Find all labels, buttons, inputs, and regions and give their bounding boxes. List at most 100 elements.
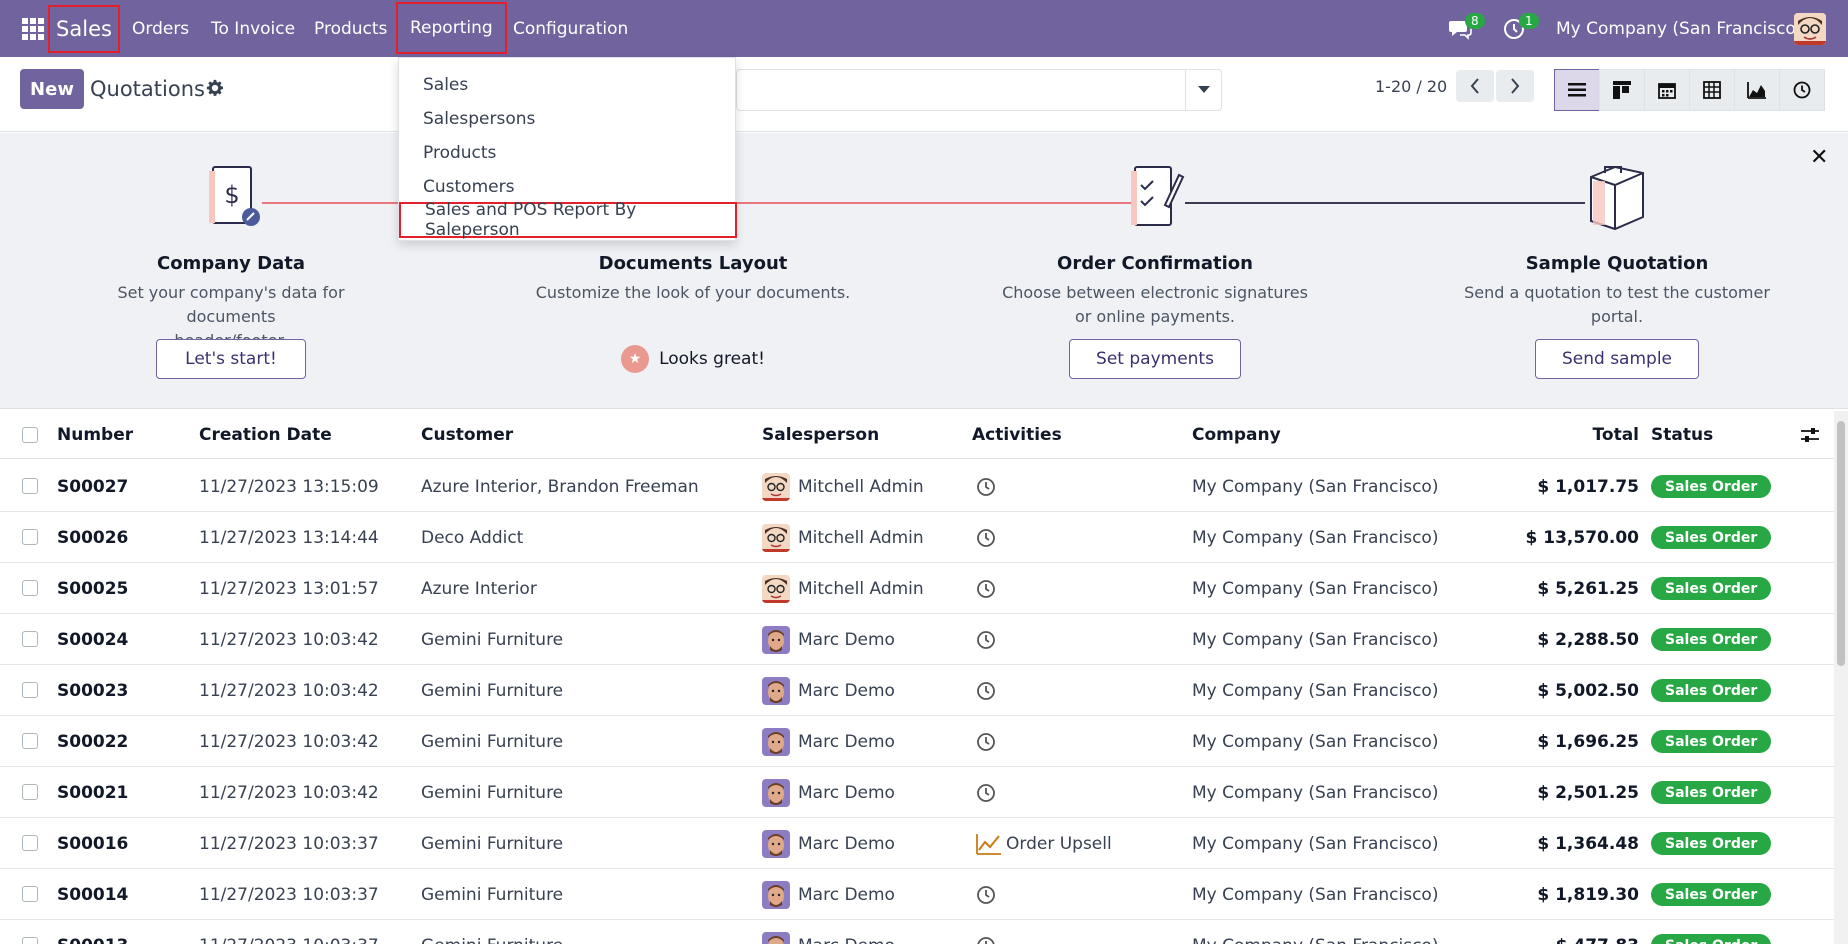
list-view-button[interactable] (1554, 69, 1600, 111)
table-row[interactable]: S00016 11/27/2023 10:03:37 Gemini Furnitur… (0, 818, 1834, 869)
row-checkbox[interactable] (22, 733, 38, 749)
row-checkbox[interactable] (22, 529, 38, 545)
activity-cell[interactable] (976, 869, 996, 920)
pivot-view-button[interactable] (1689, 69, 1735, 111)
row-checkbox[interactable] (22, 478, 38, 494)
vertical-scrollbar[interactable] (1834, 411, 1848, 944)
calendar-view-button[interactable] (1644, 69, 1690, 111)
scrollbar-thumb[interactable] (1837, 421, 1845, 666)
user-avatar[interactable] (1794, 13, 1826, 45)
activity-cell[interactable] (976, 461, 996, 512)
step-description: Choose between electronic signatures or o… (1002, 283, 1308, 326)
menu-reporting[interactable]: Reporting (396, 2, 507, 54)
reporting-dropdown: Sales Salespersons Products Customers Sa… (398, 57, 737, 241)
activities-button[interactable] (1503, 0, 1525, 57)
send-sample-button[interactable]: Send sample (1535, 339, 1699, 379)
reporting-item-salespersons[interactable]: Salespersons (423, 109, 535, 129)
messages-button[interactable] (1448, 0, 1472, 57)
salesperson: Marc Demo (762, 767, 895, 818)
pager-previous-button[interactable] (1456, 70, 1494, 102)
activity-clock-icon[interactable] (976, 885, 996, 905)
menu-configuration[interactable]: Configuration (513, 0, 628, 57)
status-badge: Sales Order (1651, 832, 1772, 855)
chevron-left-icon (1470, 78, 1479, 94)
row-checkbox[interactable] (22, 682, 38, 698)
row-checkbox[interactable] (22, 886, 38, 902)
activity-cell[interactable] (976, 920, 996, 944)
pager-next-button[interactable] (1496, 70, 1534, 102)
table-row[interactable]: S00022 11/27/2023 10:03:42 Gemini Furnitur… (0, 716, 1834, 767)
activity-clock-icon[interactable] (976, 681, 996, 701)
search-input[interactable] (736, 69, 1222, 111)
menu-to-invoice[interactable]: To Invoice (211, 0, 295, 57)
row-checkbox[interactable] (22, 835, 38, 851)
table-row[interactable]: S00014 11/27/2023 10:03:37 Gemini Furnitur… (0, 869, 1834, 920)
step-title: Documents Layout (598, 253, 788, 274)
table-row[interactable]: S00027 11/27/2023 13:15:09 Azure Interior,… (0, 461, 1834, 512)
column-total[interactable]: Total (1500, 411, 1639, 459)
activity-view-button[interactable] (1779, 69, 1825, 111)
creation-date: 11/27/2023 10:03:42 (199, 680, 379, 701)
activity-cell[interactable] (976, 716, 996, 767)
salesperson: Mitchell Admin (762, 461, 924, 512)
activity-clock-icon[interactable] (976, 783, 996, 803)
reporting-item-customers[interactable]: Customers (423, 177, 514, 197)
reporting-item-products[interactable]: Products (423, 143, 496, 163)
graph-view-button[interactable] (1734, 69, 1780, 111)
activity-cell[interactable]: Order Upsell (976, 818, 1112, 869)
row-checkbox[interactable] (22, 631, 38, 647)
table-row[interactable]: S00013 11/27/2023 10:03:37 Gemini Furnitur… (0, 920, 1834, 944)
app-brand-sales[interactable]: Sales (48, 5, 120, 53)
activity-clock-icon[interactable] (976, 732, 996, 752)
status-badge: Sales Order (1651, 781, 1772, 804)
table-row[interactable]: S00024 11/27/2023 10:03:42 Gemini Furnitur… (0, 614, 1834, 665)
reporting-item-sales-pos-report[interactable]: Sales and POS Report By Saleperson (399, 200, 737, 240)
table-row[interactable]: S00023 11/27/2023 10:03:42 Gemini Furnitur… (0, 665, 1834, 716)
menu-products[interactable]: Products (314, 0, 387, 57)
activity-summary[interactable]: Order Upsell (1006, 834, 1112, 854)
order-number: S00025 (57, 578, 129, 599)
activity-cell[interactable] (976, 512, 996, 563)
column-customer[interactable]: Customer (421, 411, 513, 459)
row-checkbox[interactable] (22, 784, 38, 800)
table-row[interactable]: S00025 11/27/2023 13:01:57 Azure Interior M… (0, 563, 1834, 614)
column-settings-icon[interactable] (1801, 427, 1819, 443)
order-number: S00013 (57, 920, 128, 944)
activity-cell[interactable] (976, 665, 996, 716)
activity-cell[interactable] (976, 767, 996, 818)
column-creation-date[interactable]: Creation Date (199, 411, 332, 459)
activity-cell[interactable] (976, 563, 996, 614)
activity-clock-icon[interactable] (976, 528, 996, 548)
search-options-toggle[interactable] (1185, 70, 1221, 110)
table-row[interactable]: S00021 11/27/2023 10:03:42 Gemini Furnitur… (0, 767, 1834, 818)
menu-orders[interactable]: Orders (132, 0, 189, 57)
lets-start-button[interactable]: Let's start! (156, 339, 306, 379)
column-company[interactable]: Company (1192, 411, 1281, 459)
activity-cell[interactable] (976, 614, 996, 665)
gear-icon[interactable] (206, 79, 224, 97)
close-icon[interactable]: ✕ (1810, 145, 1828, 170)
new-button[interactable]: New (20, 69, 84, 109)
activity-clock-icon[interactable] (976, 630, 996, 650)
row-checkbox[interactable] (22, 580, 38, 596)
table-row[interactable]: S00026 11/27/2023 13:14:44 Deco Addict Mitc… (0, 512, 1834, 563)
upsell-chart-icon[interactable] (976, 833, 1002, 855)
row-checkbox[interactable] (22, 937, 38, 944)
pager-value[interactable]: 1-20 / 20 (1375, 77, 1447, 96)
reporting-item-sales[interactable]: Sales (423, 75, 468, 95)
company-name: My Company (San Francisco) (1192, 884, 1439, 905)
kanban-view-button[interactable] (1599, 69, 1645, 111)
activity-clock-icon[interactable] (976, 477, 996, 497)
column-status[interactable]: Status (1651, 411, 1713, 459)
activity-clock-icon[interactable] (976, 579, 996, 599)
company-name: My Company (San Francisco) (1192, 680, 1439, 701)
select-all-checkbox[interactable] (22, 427, 38, 443)
column-activities[interactable]: Activities (972, 411, 1062, 459)
activity-clock-icon[interactable] (976, 936, 996, 944)
apps-grid-icon[interactable] (22, 18, 44, 40)
column-number[interactable]: Number (57, 411, 133, 459)
status-badge: Sales Order (1651, 526, 1772, 549)
set-payments-button[interactable]: Set payments (1069, 339, 1241, 379)
company-switcher[interactable]: My Company (San Francisco) (1556, 0, 1802, 57)
column-salesperson[interactable]: Salesperson (762, 411, 879, 459)
